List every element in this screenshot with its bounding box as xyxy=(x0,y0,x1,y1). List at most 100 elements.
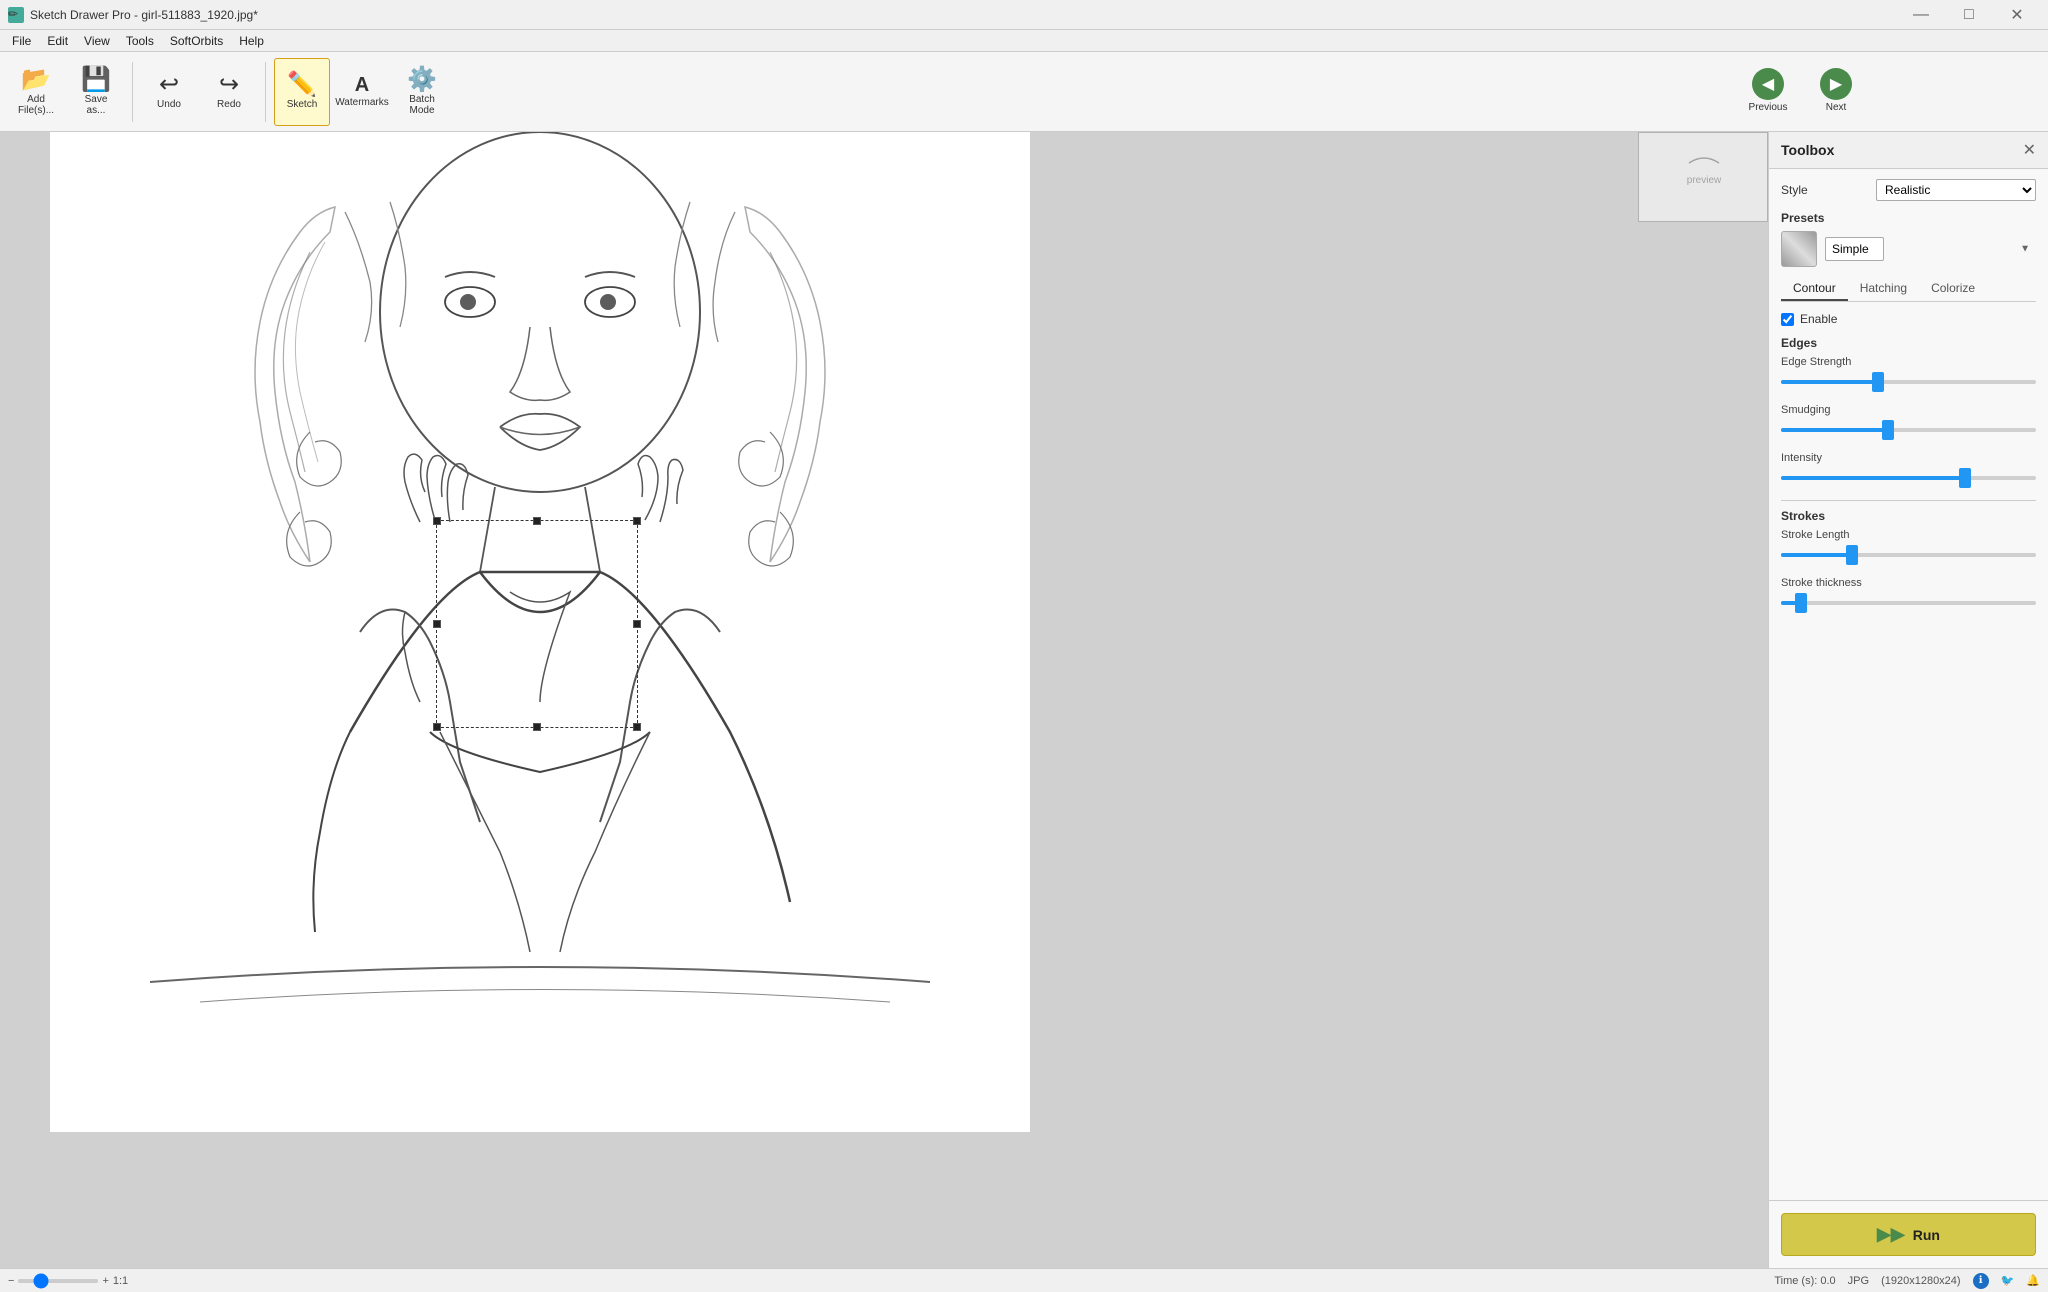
corner-thumbnail: preview xyxy=(1638,132,1768,222)
toolbox-header: Toolbox ✕ xyxy=(1769,132,2048,169)
run-button[interactable]: ▶▶ Run xyxy=(1781,1213,2036,1256)
intensity-track xyxy=(1781,476,2036,480)
intensity-fill xyxy=(1781,476,1965,480)
edge-strength-fill xyxy=(1781,380,1878,384)
stroke-length-fill xyxy=(1781,553,1852,557)
menu-bar: File Edit View Tools SoftOrbits Help xyxy=(0,30,2048,52)
nav-area: ◀ Previous ▶ Next xyxy=(1736,56,1868,124)
stroke-length-track xyxy=(1781,553,2036,557)
enable-checkbox[interactable] xyxy=(1781,313,1794,326)
edge-strength-slider-container xyxy=(1781,372,2036,392)
toolbox-close-button[interactable]: ✕ xyxy=(2023,140,2036,160)
info-icon[interactable]: ℹ xyxy=(1973,1273,1989,1289)
toolbar: 📂 AddFile(s)... 💾 Saveas... ↩ Undo ↪ Red… xyxy=(0,52,2048,132)
edges-label: Edges xyxy=(1781,336,2036,350)
batch-mode-icon: ⚙️ xyxy=(407,68,437,92)
previous-button[interactable]: ◀ Previous xyxy=(1736,56,1800,124)
menu-tools[interactable]: Tools xyxy=(118,32,162,50)
tab-hatching[interactable]: Hatching xyxy=(1848,277,1919,301)
batch-mode-button[interactable]: ⚙️ BatchMode xyxy=(394,58,450,126)
menu-file[interactable]: File xyxy=(4,32,39,50)
window-title: Sketch Drawer Pro - girl-511883_1920.jpg… xyxy=(30,8,258,22)
presets-chevron-icon: ▼ xyxy=(2020,244,2030,255)
stroke-thickness-thumb[interactable] xyxy=(1795,593,1807,613)
status-right: Time (s): 0.0 JPG (1920x1280x24) ℹ 🐦 🔔 xyxy=(1774,1273,2040,1289)
watermarks-label: Watermarks xyxy=(335,97,389,108)
stroke-length-label: Stroke Length xyxy=(1781,529,2036,541)
add-files-button[interactable]: 📂 AddFile(s)... xyxy=(8,58,64,126)
save-as-label: Saveas... xyxy=(85,94,108,116)
title-bar: ✏ Sketch Drawer Pro - girl-511883_1920.j… xyxy=(0,0,2048,30)
menu-help[interactable]: Help xyxy=(231,32,272,50)
strokes-label: Strokes xyxy=(1781,509,2036,523)
presets-row: Simple Detailed Bold ▼ xyxy=(1781,231,2036,267)
sketch-image xyxy=(0,132,1768,1268)
smudging-thumb[interactable] xyxy=(1882,420,1894,440)
smudging-slider-container xyxy=(1781,420,2036,440)
smudging-row: Smudging xyxy=(1781,404,2036,440)
redo-label: Redo xyxy=(217,99,241,110)
smudging-label: Smudging xyxy=(1781,404,2036,416)
twitter-icon[interactable]: 🐦 xyxy=(2001,1274,2015,1287)
toolbar-separator-1 xyxy=(132,62,133,122)
title-bar-left: ✏ Sketch Drawer Pro - girl-511883_1920.j… xyxy=(8,7,258,23)
zoom-label: 1:1 xyxy=(113,1275,128,1287)
style-row: Style Realistic Cartoon Pencil xyxy=(1781,179,2036,201)
enable-row: Enable xyxy=(1781,312,2036,326)
stroke-thickness-slider-container xyxy=(1781,593,2036,613)
save-as-button[interactable]: 💾 Saveas... xyxy=(68,58,124,126)
stroke-thickness-row: Stroke thickness xyxy=(1781,577,2036,613)
maximize-button[interactable]: □ xyxy=(1946,0,1992,30)
watermarks-icon: A xyxy=(355,75,369,95)
edge-strength-thumb[interactable] xyxy=(1872,372,1884,392)
intensity-label: Intensity xyxy=(1781,452,2036,464)
save-as-icon: 💾 xyxy=(81,68,111,92)
sketch-button[interactable]: ✏️ Sketch xyxy=(274,58,330,126)
notification-icon[interactable]: 🔔 xyxy=(2026,1274,2040,1287)
style-select[interactable]: Realistic Cartoon Pencil xyxy=(1876,179,2036,201)
enable-label[interactable]: Enable xyxy=(1800,312,1837,326)
zoom-area: − + 1:1 xyxy=(8,1275,128,1287)
menu-edit[interactable]: Edit xyxy=(39,32,76,50)
presets-select[interactable]: Simple Detailed Bold xyxy=(1825,237,1884,261)
menu-softorbits[interactable]: SoftOrbits xyxy=(162,32,231,50)
toolbox: Toolbox ✕ Style Realistic Cartoon Pencil… xyxy=(1768,132,2048,1268)
watermarks-button[interactable]: A Watermarks xyxy=(334,58,390,126)
stroke-thickness-label: Stroke thickness xyxy=(1781,577,2036,589)
next-button[interactable]: ▶ Next xyxy=(1804,56,1868,124)
stroke-length-slider-container xyxy=(1781,545,2036,565)
undo-button[interactable]: ↩ Undo xyxy=(141,58,197,126)
minimize-button[interactable]: — xyxy=(1898,0,1944,30)
intensity-slider-container xyxy=(1781,468,2036,488)
time-label: Time (s): 0.0 xyxy=(1774,1275,1835,1287)
undo-icon: ↩ xyxy=(159,73,179,97)
menu-view[interactable]: View xyxy=(76,32,118,50)
add-files-icon: 📂 xyxy=(21,68,51,92)
smudging-fill xyxy=(1781,428,1888,432)
presets-select-wrapper: Simple Detailed Bold ▼ xyxy=(1825,237,2036,261)
undo-label: Undo xyxy=(157,99,181,110)
canvas-area[interactable]: preview xyxy=(0,132,1768,1268)
run-button-area: ▶▶ Run xyxy=(1769,1200,2048,1268)
status-bar: − + 1:1 Time (s): 0.0 JPG (1920x1280x24)… xyxy=(0,1268,2048,1292)
main-area: preview xyxy=(0,132,2048,1268)
format-label: JPG xyxy=(1848,1275,1869,1287)
close-button[interactable]: ✕ xyxy=(1994,0,2040,30)
intensity-thumb[interactable] xyxy=(1959,468,1971,488)
stroke-length-thumb[interactable] xyxy=(1846,545,1858,565)
tab-contour[interactable]: Contour xyxy=(1781,277,1848,301)
redo-icon: ↪ xyxy=(219,73,239,97)
previous-label: Previous xyxy=(1749,102,1788,113)
intensity-row: Intensity xyxy=(1781,452,2036,488)
toolbar-separator-2 xyxy=(265,62,266,122)
tabs: Contour Hatching Colorize xyxy=(1781,277,2036,302)
app-icon: ✏ xyxy=(8,7,24,23)
smudging-track xyxy=(1781,428,2036,432)
style-label: Style xyxy=(1781,183,1808,197)
zoom-slider[interactable] xyxy=(18,1279,98,1283)
presets-section: Presets Simple Detailed Bold ▼ xyxy=(1781,211,2036,267)
redo-button[interactable]: ↪ Redo xyxy=(201,58,257,126)
svg-text:preview: preview xyxy=(1687,175,1722,186)
thumbnail-svg: preview xyxy=(1639,133,1768,222)
tab-colorize[interactable]: Colorize xyxy=(1919,277,1987,301)
